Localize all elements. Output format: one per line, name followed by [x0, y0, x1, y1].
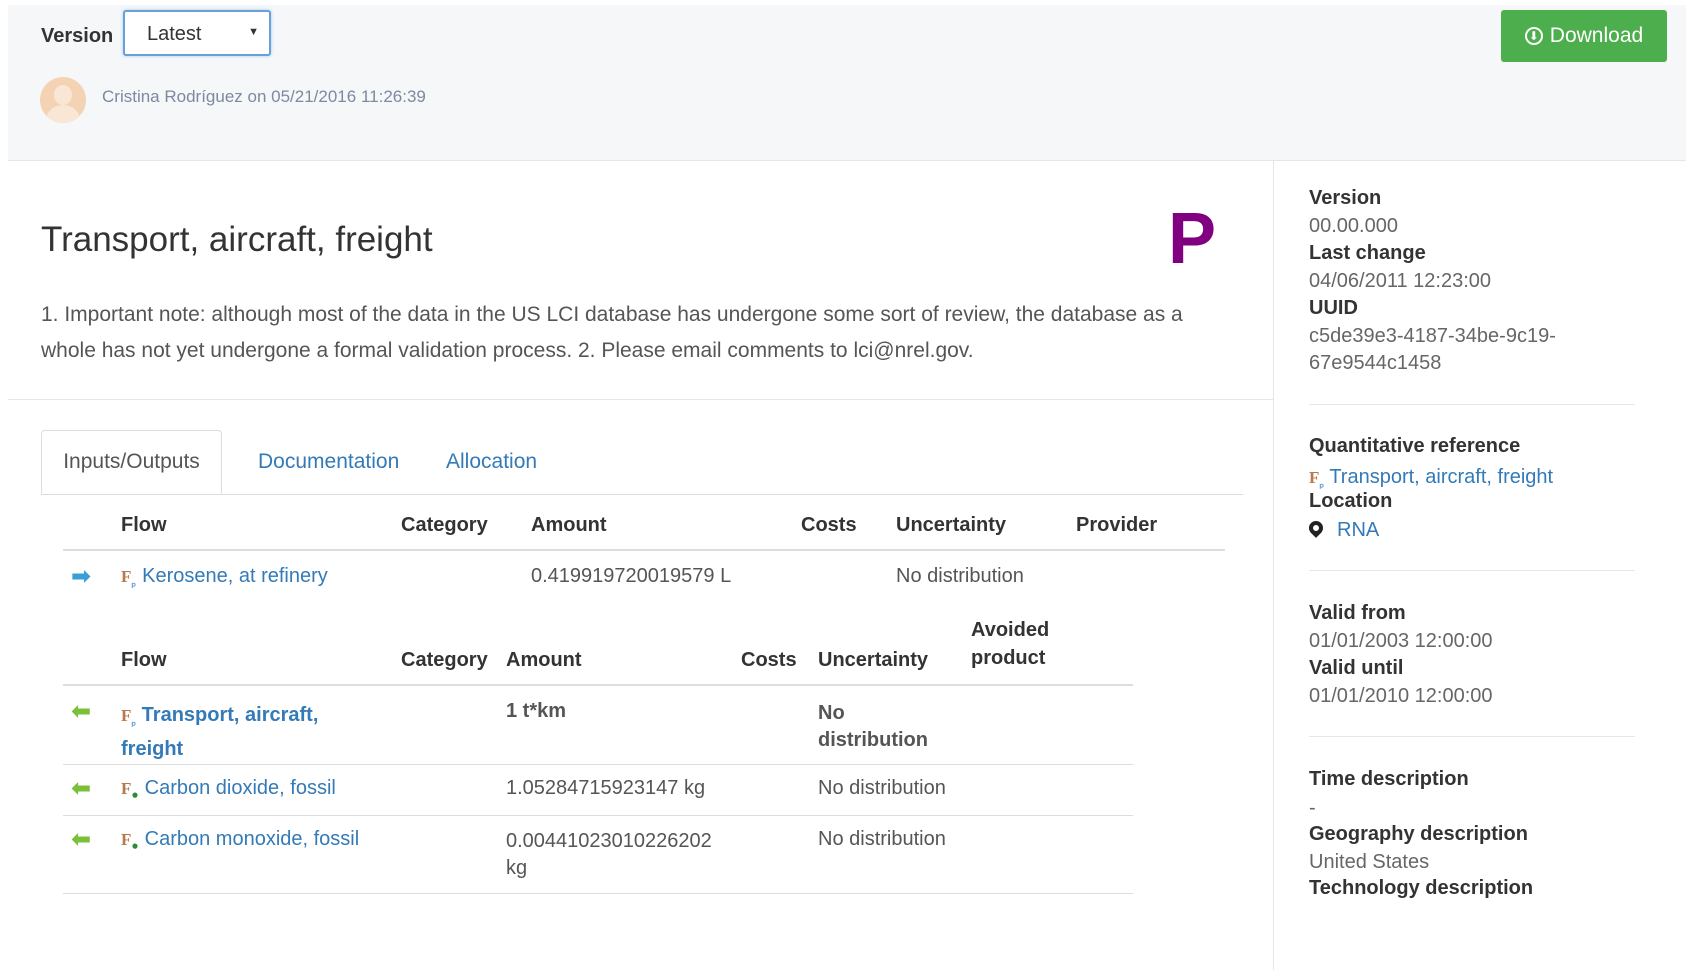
category-cell — [393, 685, 498, 764]
inputs-header-costs: Costs — [801, 514, 857, 536]
divider — [1309, 404, 1635, 405]
avatar — [40, 77, 86, 123]
amount-cell: 0.419919720019579 L — [531, 565, 732, 587]
flow-link[interactable]: Transport, aircraft, freight — [121, 704, 318, 760]
page-title: Transport, aircraft, freight — [41, 220, 433, 259]
tab-documentation[interactable]: Documentation — [258, 430, 399, 493]
inputs-header-category: Category — [401, 514, 488, 536]
inputs-header-provider: Provider — [1076, 514, 1158, 536]
amount-cell: 0.00441023010226202 kg — [506, 829, 712, 879]
outputs-header-uncertainty: Uncertainty — [818, 649, 929, 671]
inputs-header-flow: Flow — [121, 514, 167, 536]
location-row: RNA — [1306, 517, 1379, 544]
tab-allocation[interactable]: Allocation — [446, 430, 537, 493]
uncertainty-cell: No distribution — [818, 827, 946, 850]
table-row: ⬅ F● Carbon dioxide, fossil 1.0528471592… — [63, 764, 1133, 815]
quant-ref-link[interactable]: Transport, aircraft, freight — [1329, 466, 1553, 488]
time-description-label: Time description — [1309, 768, 1469, 790]
time-description-value: - — [1309, 797, 1316, 819]
valid-until-value: 01/01/2010 12:00:00 — [1309, 685, 1493, 707]
inputs-header-uncertainty: Uncertainty — [896, 514, 1007, 536]
outputs-header-costs: Costs — [741, 649, 797, 671]
outputs-header-category: Category — [401, 649, 488, 671]
geography-description-label: Geography description — [1309, 823, 1528, 845]
outputs-header-amount: Amount — [506, 649, 582, 671]
costs-cell — [733, 815, 810, 893]
valid-from-label: Valid from — [1309, 602, 1406, 624]
metadata-sidebar: Version 00.00.000 Last change 04/06/2011… — [1273, 161, 1686, 970]
valid-from-value: 01/01/2003 12:00:00 — [1309, 630, 1493, 652]
process-header: Transport, aircraft, freight P 1. Import… — [8, 161, 1273, 400]
flow-link[interactable]: Carbon monoxide, fossil — [145, 828, 360, 851]
outputs-header-flow: Flow — [121, 649, 167, 671]
category-cell — [393, 815, 498, 893]
version-select[interactable]: Latest ▼ — [123, 10, 271, 56]
quant-ref-label: Quantitative reference — [1309, 435, 1521, 457]
avoided-cell — [963, 815, 1133, 893]
arrow-left-icon: ⬅ — [71, 774, 92, 802]
inputs-header-direction — [63, 494, 113, 550]
version-meta-value: 00.00.000 — [1309, 215, 1398, 237]
last-change-value: 04/06/2011 12:23:00 — [1309, 270, 1492, 292]
outputs-table: Flow Category Amount Costs Uncertainty A… — [63, 611, 1133, 894]
uuid-value-line-1: c5de39e3-4187-34be-9c19- — [1309, 325, 1556, 347]
uuid-value-line-2: 67e9544c1458 — [1309, 352, 1442, 374]
inputs-header-amount: Amount — [531, 514, 607, 536]
outputs-header-avoided: Avoided product — [971, 619, 1050, 669]
elementary-flow-icon: F● — [121, 829, 139, 852]
download-button[interactable]: ⬇ Download — [1501, 10, 1667, 62]
process-description: 1. Important note: although most of the … — [41, 303, 1183, 362]
flow-link[interactable]: Carbon dioxide, fossil — [145, 777, 336, 800]
avoided-cell — [963, 764, 1133, 815]
costs-cell — [733, 764, 810, 815]
inputs-table: Flow Category Amount Costs Uncertainty P… — [63, 494, 1225, 606]
author-line: Cristina Rodríguez on 05/21/2016 11:26:3… — [102, 87, 426, 106]
category-cell — [393, 764, 498, 815]
geography-description-value: United States — [1309, 851, 1430, 873]
process-type-icon: P — [1168, 199, 1217, 279]
provider-cell — [1068, 550, 1225, 606]
product-flow-icon: Fₚ — [121, 706, 137, 729]
uncertainty-cell: No distribution — [818, 776, 946, 799]
tab-bar: Inputs/Outputs Documentation Allocation — [41, 430, 1243, 495]
table-row: ⬅ F● Carbon monoxide, fossil 0.004410230… — [63, 815, 1133, 893]
version-select-value: Latest — [147, 23, 202, 45]
flow-link[interactable]: Kerosene, at refinery — [142, 565, 328, 588]
arrow-right-icon: ➡ — [71, 563, 92, 590]
table-row: ⬅ Fₚ Transport, aircraft, freight 1 t*km… — [63, 685, 1133, 764]
category-cell — [393, 550, 523, 606]
divider — [1309, 736, 1635, 737]
outputs-header-direction — [63, 611, 113, 685]
technology-description-label: Technology description — [1309, 877, 1534, 899]
uncertainty-cell: No distribution — [818, 702, 928, 751]
download-icon: ⬇ — [1524, 27, 1543, 45]
uncertainty-cell: No distribution — [896, 565, 1024, 587]
product-flow-icon: Fₚ — [121, 567, 137, 590]
location-label: Location — [1309, 490, 1393, 512]
elementary-flow-icon: F● — [121, 778, 139, 801]
version-label: Version — [41, 25, 114, 47]
table-row: ➡ Fₚ Kerosene, at refinery 0.41991972001… — [63, 550, 1225, 606]
chevron-down-icon: ▼ — [248, 26, 259, 38]
uuid-label: UUID — [1309, 297, 1358, 319]
download-label: Download — [1549, 24, 1644, 47]
costs-cell — [733, 685, 810, 764]
main-content: Transport, aircraft, freight P 1. Import… — [8, 161, 1273, 970]
arrow-left-icon: ⬅ — [71, 825, 92, 853]
costs-cell — [793, 550, 888, 606]
map-pin-icon — [1306, 518, 1326, 538]
version-meta-label: Version — [1309, 187, 1382, 209]
tab-inputs-outputs[interactable]: Inputs/Outputs — [41, 430, 222, 494]
amount-cell: 1.05284715923147 kg — [506, 776, 706, 799]
location-link[interactable]: RNA — [1337, 519, 1379, 541]
divider — [1309, 570, 1635, 571]
version-bar: Version Latest ▼ ⬇ Download Cristina Rod… — [8, 5, 1686, 161]
arrow-left-icon: ⬅ — [71, 698, 92, 725]
avoided-cell — [963, 685, 1133, 764]
last-change-label: Last change — [1309, 242, 1426, 264]
amount-cell: 1 t*km — [506, 700, 567, 722]
valid-until-label: Valid until — [1309, 657, 1404, 679]
